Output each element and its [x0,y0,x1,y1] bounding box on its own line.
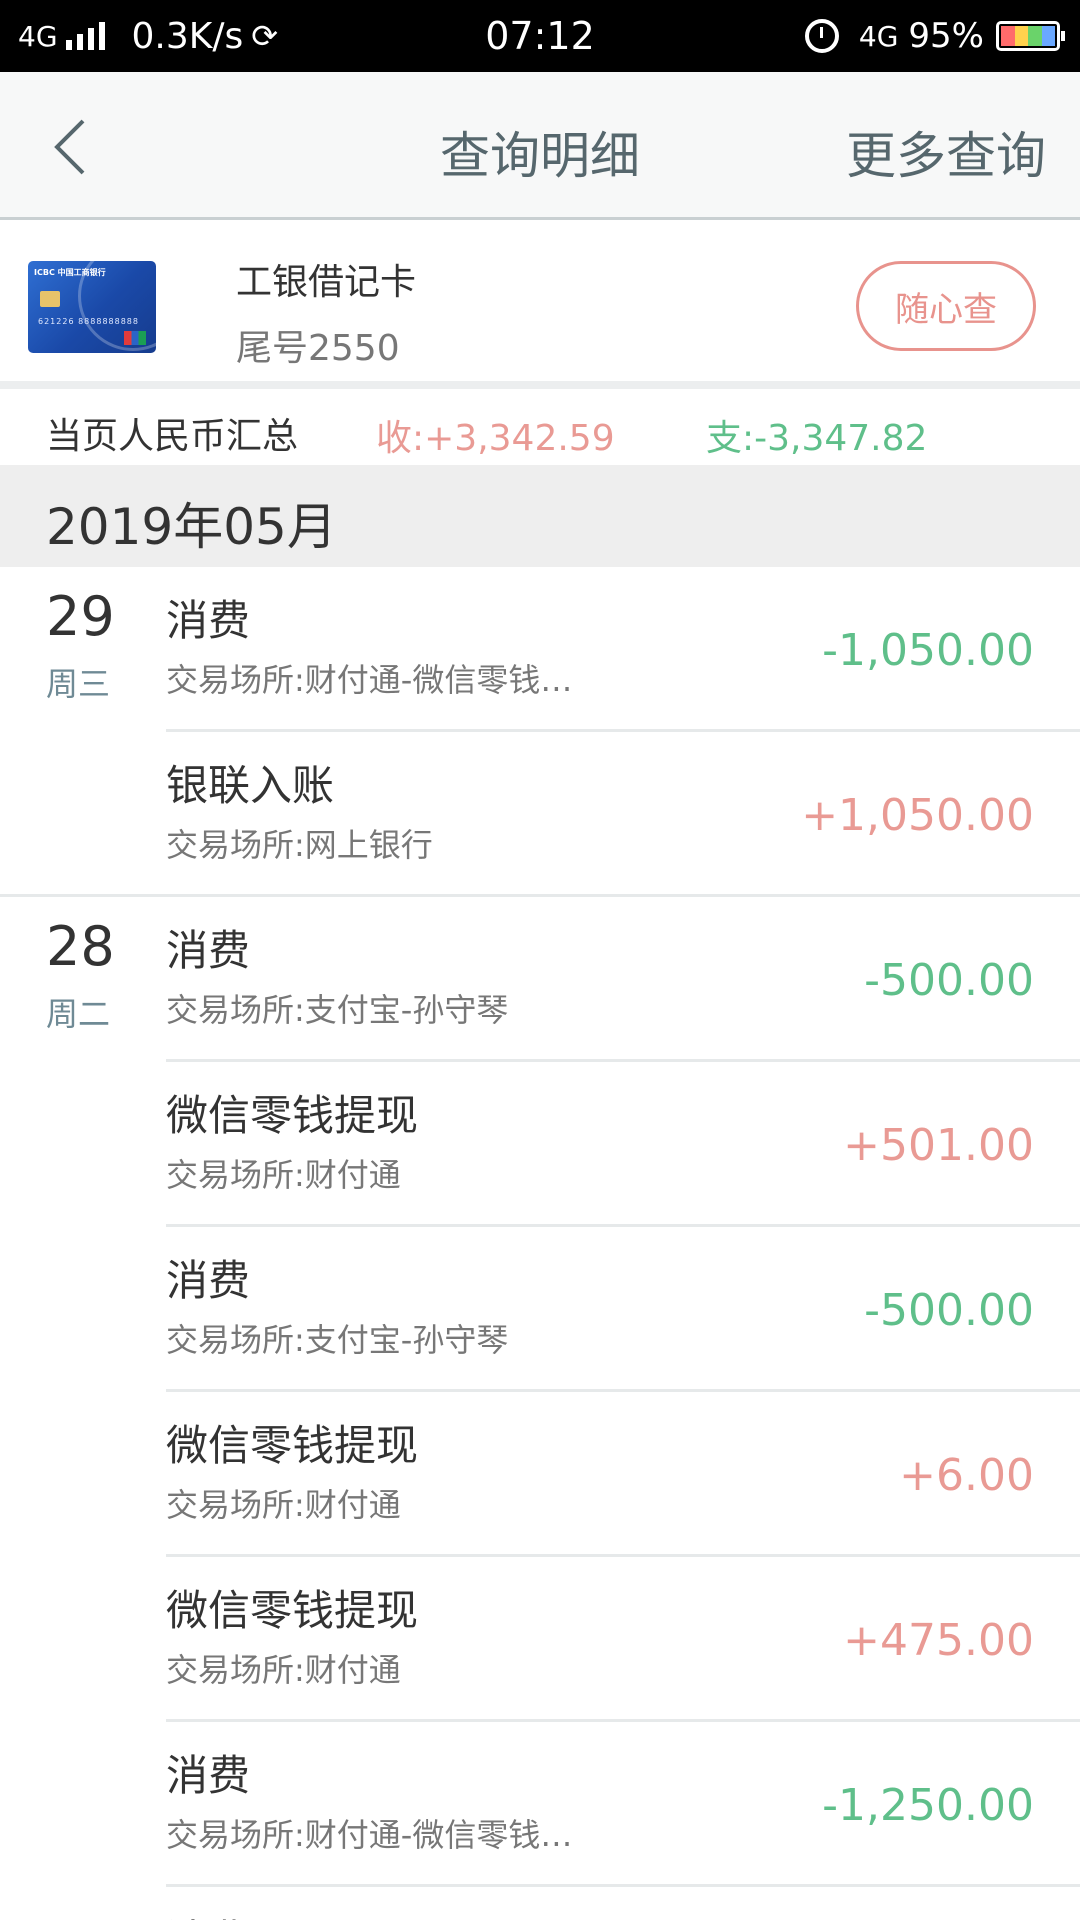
bank-card-image: ICBC 中国工商银行 621226 8888888888 [28,261,156,353]
signal-icon [65,22,110,50]
transaction-place: 交易场所:支付宝-孙守琴 [166,991,509,1029]
unionpay-logo-icon [124,331,146,345]
transaction-row[interactable]: 微信零钱提现 交易场所:财付通 +501.00 [0,1062,1080,1227]
transaction-amount: -1,250.00 [822,1780,1034,1831]
transaction-place: 交易场所:财付通 [166,1486,401,1524]
transaction-title: 微信零钱提现 [166,1421,419,1470]
summary-label: 当页人民币汇总 [46,416,299,457]
transaction-row[interactable]: 银联入账 交易场所:网上银行 +1,050.00 [0,732,1080,897]
transaction-title: 微信零钱提现 [166,1091,419,1140]
transaction-amount: -1,050.00 [822,625,1034,676]
transaction-row[interactable]: 消费 交易场所:财付通-微信零钱… -1,250.00 [0,1722,1080,1887]
transaction-place: 交易场所:财付通-微信零钱… [166,1816,573,1854]
transaction-amount: +6.00 [899,1450,1034,1501]
card-tail-number: 尾号2550 [236,328,400,369]
summary-expense: 支:-3,347.82 [706,418,928,459]
transaction-title: 消费 [166,1907,250,1920]
transaction-place: 交易场所:网上银行 [166,826,433,864]
transaction-title: 银联入账 [166,761,335,810]
more-query-button[interactable]: 更多查询 [846,116,1046,188]
weekday: 周三 [46,665,111,703]
transaction-place: 交易场所:财付通-微信零钱… [166,661,573,699]
transaction-place: 交易场所:财付通 [166,1156,401,1194]
card-section: ICBC 中国工商银行 621226 8888888888 工银借记卡 尾号25… [0,223,1080,389]
month-label: 2019年05月 [46,498,337,556]
transaction-title: 消费 [166,1256,251,1305]
network-type-left: 4G [18,19,58,53]
transaction-amount: -500.00 [864,1285,1034,1336]
chevron-left-icon [54,119,85,175]
transaction-title: 微信零钱提现 [166,1586,419,1635]
status-bar: 4G 0.3K/s ⟳ 07:12 4G 95% [0,0,1080,72]
transaction-title: 消费 [166,926,251,975]
battery-icon [996,21,1065,51]
transaction-row[interactable]: 28 周二 消费 交易场所:支付宝-孙守琴 -500.00 [0,897,1080,1062]
network-type-right: 4G [858,19,899,53]
card-image-bank-text: ICBC 中国工商银行 [34,268,106,277]
transaction-row[interactable]: 29 周三 消费 交易场所:财付通-微信零钱… -1,050.00 [0,567,1080,732]
summary-income: 收:+3,342.59 [376,418,615,459]
battery-percent: 95% [908,16,984,56]
month-header: 2019年05月 [0,465,1080,567]
status-left: 4G 0.3K/s ⟳ [18,14,278,58]
transaction-list[interactable]: 29 周三 消费 交易场所:财付通-微信零钱… -1,050.00 银联入账 交… [0,567,1080,1920]
network-speed: 0.3K/s [131,15,244,57]
nav-bar: 查询明细 更多查询 [0,72,1080,220]
transaction-row[interactable]: 消费 [0,1887,1080,1920]
quick-query-button[interactable]: 随心查 [856,261,1036,351]
weekday: 周二 [46,995,111,1033]
day-number: 29 [46,585,115,648]
transaction-row[interactable]: 消费 交易场所:支付宝-孙守琴 -500.00 [0,1227,1080,1392]
transaction-amount: -500.00 [864,955,1034,1006]
transaction-row[interactable]: 微信零钱提现 交易场所:财付通 +475.00 [0,1557,1080,1722]
card-chip-icon [40,291,60,307]
transaction-place: 交易场所:财付通 [166,1651,401,1689]
card-image-number: 621226 8888888888 [38,317,139,326]
transaction-amount: +475.00 [843,1615,1034,1666]
alarm-icon [804,19,839,53]
sync-icon: ⟳ [251,17,279,55]
transaction-title: 消费 [166,1751,251,1800]
summary-bar: 当页人民币汇总 收:+3,342.59 支:-3,347.82 [0,397,1080,465]
transaction-row[interactable]: 微信零钱提现 交易场所:财付通 +6.00 [0,1392,1080,1557]
transaction-amount: +501.00 [843,1120,1034,1171]
card-name: 工银借记卡 [236,262,417,303]
transaction-amount: +1,050.00 [801,790,1034,841]
transaction-title: 消费 [166,596,251,645]
day-number: 28 [46,915,115,978]
back-button[interactable] [40,112,100,182]
status-right: 4G 95% [804,14,1065,58]
transaction-place: 交易场所:支付宝-孙守琴 [166,1321,509,1359]
